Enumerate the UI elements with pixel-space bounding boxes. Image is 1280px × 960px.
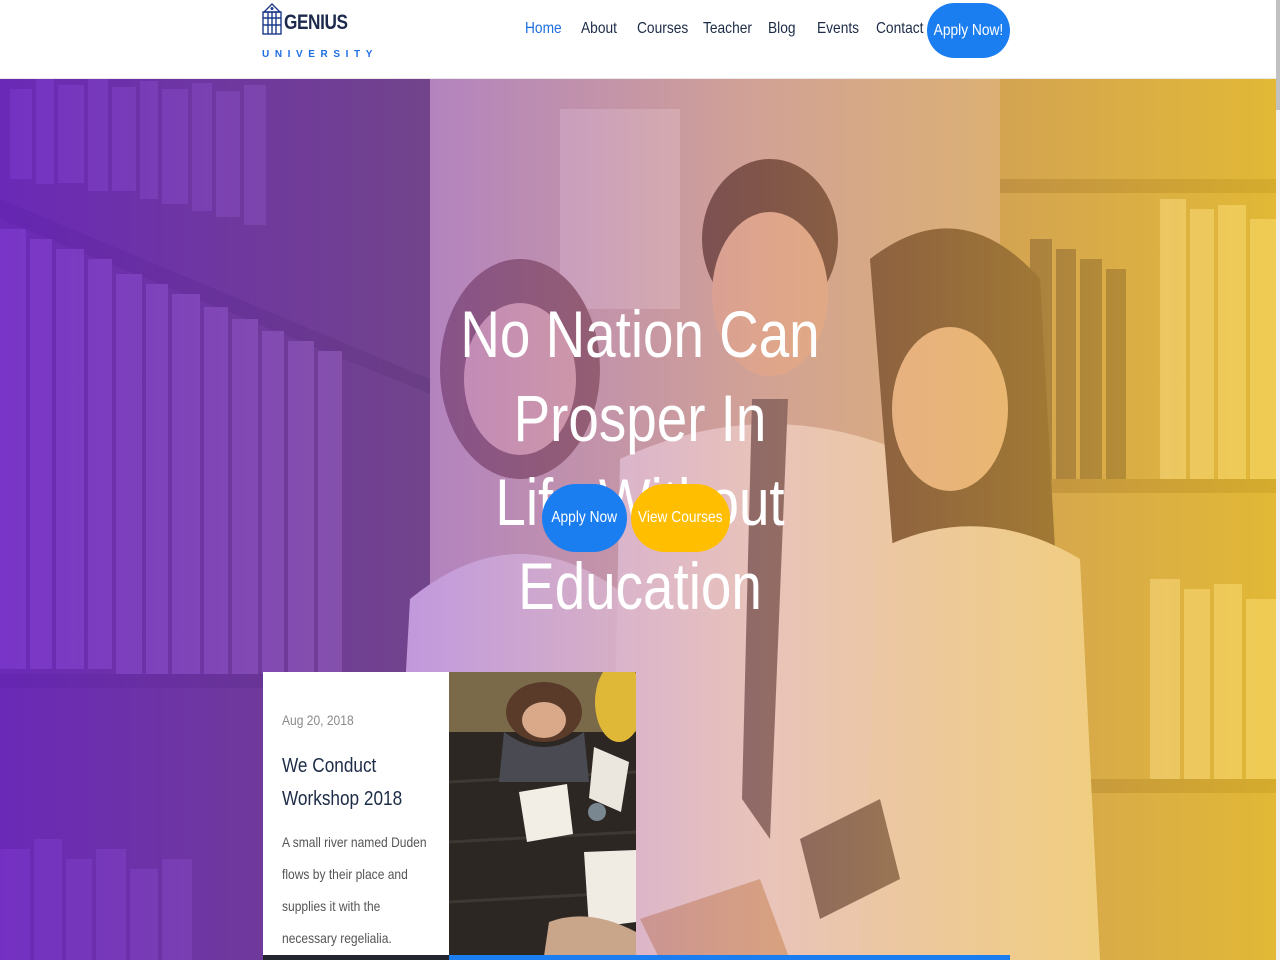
nav-home[interactable]: Home	[525, 20, 562, 38]
view-courses-button[interactable]: View Courses	[631, 484, 730, 552]
hero-section: No Nation Can Prosper In Life Without Ed…	[0, 79, 1276, 960]
page-scrollbar[interactable]	[1276, 0, 1280, 960]
hero-heading: No Nation Can Prosper In Life Without Ed…	[391, 292, 889, 628]
hero-apply-button[interactable]: Apply Now	[542, 484, 627, 552]
view-courses-label: View Courses	[638, 509, 723, 526]
hero-apply-label: Apply Now	[551, 509, 618, 526]
header-apply-label: Apply Now!	[933, 21, 1004, 39]
event-description: A small river named Duden flows by their…	[282, 834, 427, 946]
event-title[interactable]: We Conduct Workshop 2018	[282, 750, 428, 816]
hero-heading-line2: Life Without Education	[495, 465, 784, 623]
event-card[interactable]: Aug 20, 2018 We Conduct Workshop 2018 A …	[263, 672, 636, 960]
nav-blog[interactable]: Blog	[768, 20, 796, 38]
hero-heading-line1: No Nation Can Prosper In	[460, 297, 820, 455]
card-bottom-bar-dark	[263, 955, 449, 960]
scrollbar-thumb[interactable]	[1276, 0, 1280, 110]
nav-courses[interactable]: Courses	[637, 20, 688, 38]
event-date: Aug 20, 2018	[282, 712, 354, 728]
header-apply-button[interactable]: Apply Now!	[927, 3, 1010, 58]
nav-teacher[interactable]: Teacher	[703, 20, 752, 38]
event-card-text: Aug 20, 2018 We Conduct Workshop 2018 A …	[263, 672, 449, 960]
event-image[interactable]	[449, 672, 636, 956]
main-nav: Home About Courses Teacher Blog Events C…	[0, 0, 1280, 78]
nav-contact[interactable]: Contact	[876, 20, 923, 38]
card-bottom-bar-blue	[449, 955, 1010, 960]
nav-about[interactable]: About	[581, 20, 617, 38]
site-header: GENIUS UNIVERSITY Home About Courses Tea…	[0, 0, 1280, 79]
nav-events[interactable]: Events	[817, 20, 859, 38]
workshop-photo	[449, 672, 636, 956]
